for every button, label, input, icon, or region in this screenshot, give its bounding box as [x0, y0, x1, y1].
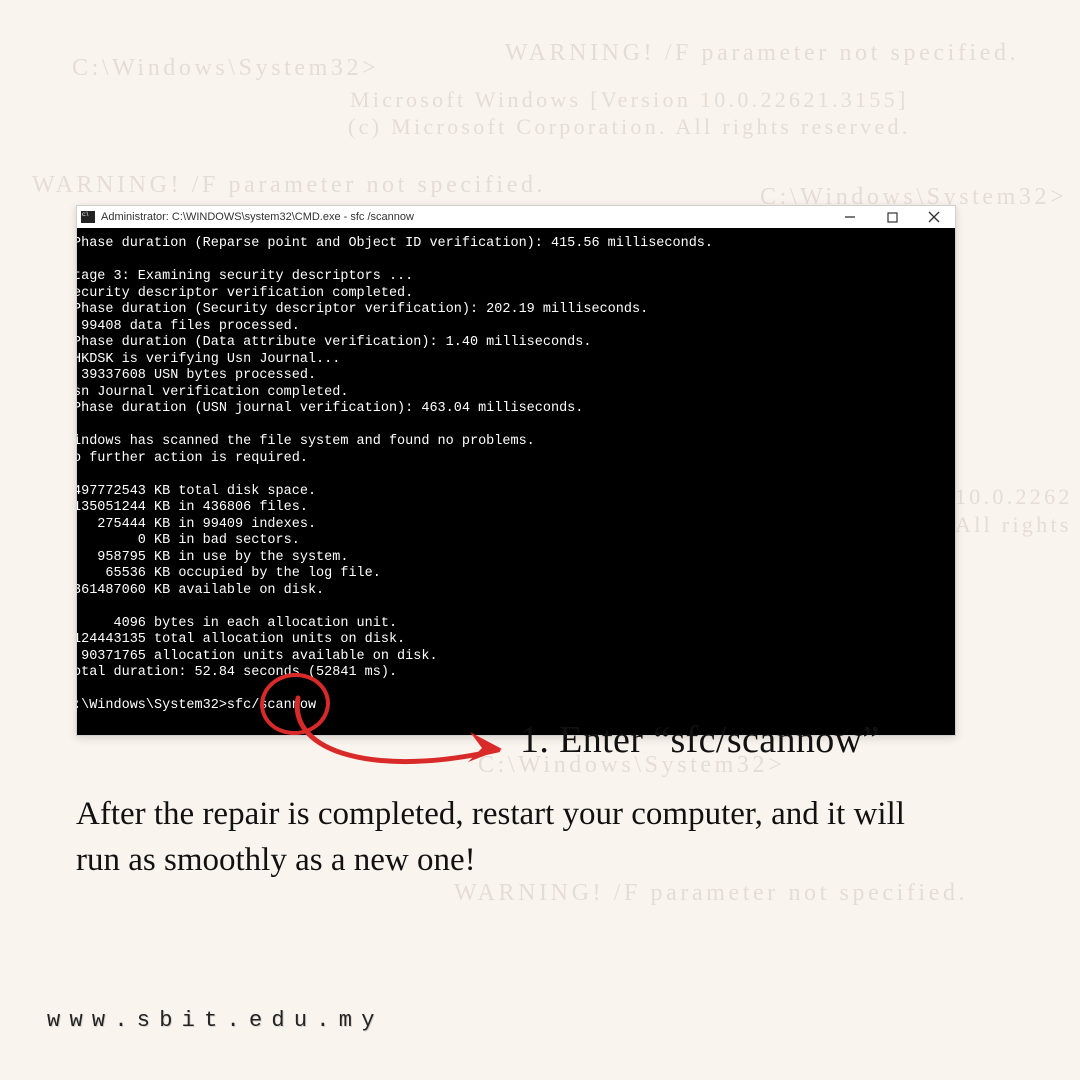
- terminal-line: [77, 467, 955, 484]
- terminal-line: 275444 KB in 99409 indexes.: [77, 517, 955, 534]
- bg-copyright-text: All rights r: [955, 512, 1080, 538]
- terminal-line: 135051244 KB in 436806 files.: [77, 500, 955, 517]
- terminal-line: 4096 bytes in each allocation unit.: [77, 616, 955, 633]
- footer-url: www.sbit.edu.my: [47, 1008, 384, 1033]
- instruction-body: After the repair is completed, restart y…: [76, 792, 946, 883]
- bg-version-text: Microsoft Windows [Version 10.0.22621.31…: [350, 87, 909, 113]
- terminal-line: 361487060 KB available on disk.: [77, 583, 955, 600]
- bg-warning-text: WARNING! /F parameter not specified.: [454, 880, 968, 907]
- terminal-line: 124443135 total allocation units on disk…: [77, 632, 955, 649]
- window-title: Administrator: C:\WINDOWS\system32\CMD.e…: [101, 211, 841, 223]
- terminal-line: HKDSK is verifying Usn Journal...: [77, 352, 955, 369]
- terminal-line: tage 3: Examining security descriptors .…: [77, 269, 955, 286]
- terminal-line: sn Journal verification completed.: [77, 385, 955, 402]
- terminal-line: Phase duration (Security descriptor veri…: [77, 302, 955, 319]
- bg-warning-text: WARNING! /F parameter not specified.: [32, 172, 546, 199]
- terminal-line: 497772543 KB total disk space.: [77, 484, 955, 501]
- bg-warning-text: WARNING! /F parameter not specified.: [505, 40, 1019, 67]
- cmd-icon: [81, 211, 95, 223]
- terminal-line: Phase duration (Reparse point and Object…: [77, 236, 955, 253]
- terminal-line: 0 KB in bad sectors.: [77, 533, 955, 550]
- terminal-line: 958795 KB in use by the system.: [77, 550, 955, 567]
- maximize-button[interactable]: [883, 208, 901, 226]
- bg-version-text: 10.0.2262: [955, 484, 1073, 510]
- terminal-line: Phase duration (USN journal verification…: [77, 401, 955, 418]
- window-titlebar[interactable]: Administrator: C:\WINDOWS\system32\CMD.e…: [77, 206, 955, 228]
- terminal-line: [77, 253, 955, 270]
- terminal-line: 39337608 USN bytes processed.: [77, 368, 955, 385]
- annotation-arrow: [258, 658, 528, 788]
- terminal-line: [77, 599, 955, 616]
- terminal-line: 65536 KB occupied by the log file.: [77, 566, 955, 583]
- step-callout: 1. Enter “sfc/scannow”: [520, 718, 880, 762]
- terminal-line: [77, 418, 955, 435]
- terminal-line: Phase duration (Data attribute verificat…: [77, 335, 955, 352]
- window-controls: [841, 208, 951, 226]
- terminal-line: o further action is required.: [77, 451, 955, 468]
- bg-copyright-text: (c) Microsoft Corporation. All rights re…: [348, 114, 911, 140]
- terminal-line: indows has scanned the file system and f…: [77, 434, 955, 451]
- minimize-button[interactable]: [841, 208, 859, 226]
- cmd-window: Administrator: C:\WINDOWS\system32\CMD.e…: [76, 205, 956, 736]
- terminal-line: 99408 data files processed.: [77, 319, 955, 336]
- terminal-line: ecurity descriptor verification complete…: [77, 286, 955, 303]
- close-button[interactable]: [925, 208, 943, 226]
- bg-prompt-text: C:\Windows\System32>: [72, 55, 379, 82]
